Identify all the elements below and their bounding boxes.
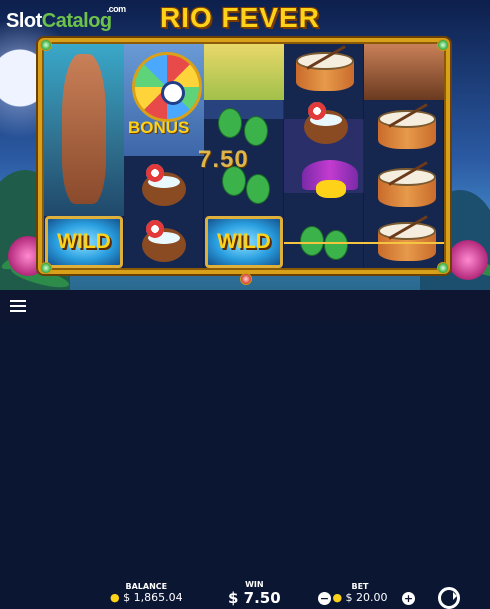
menu-button[interactable] [10, 297, 30, 317]
maracas-symbol [300, 226, 324, 256]
maracas-symbol [218, 108, 242, 138]
bet-value: $ 20.00 [345, 591, 388, 604]
maracas-symbol [246, 174, 270, 204]
frame-gem [437, 262, 449, 274]
payline [284, 242, 444, 244]
bet-display: BET ● $ 20.00 [330, 582, 390, 604]
drum-symbol [296, 45, 354, 96]
control-bar: BALANCE ● $ 1,865.04 WIN $ 7.50 − BET ● … [0, 290, 490, 609]
game-title: RIO FEVER [160, 2, 320, 33]
symbol-strip [204, 44, 284, 100]
coconut-drink-symbol [304, 102, 348, 144]
coin-icon: ● [110, 591, 120, 604]
drum-symbol [378, 215, 436, 266]
drum-symbol [378, 103, 436, 154]
maracas-symbol [324, 230, 348, 260]
frame-gem [40, 39, 52, 51]
coconut-drink-symbol [142, 220, 186, 262]
wheel-icon [132, 52, 202, 122]
frame-gem [437, 39, 449, 51]
win-display: WIN $ 7.50 [228, 580, 281, 607]
flower [448, 240, 488, 280]
bonus-wheel-symbol: BONUS [124, 44, 204, 156]
slotcatalog-watermark: SlotCatalog .com [6, 4, 126, 32]
win-value: $ 7.50 [228, 589, 281, 607]
coconut-drink-symbol [142, 164, 186, 206]
bonus-label: BONUS [128, 118, 190, 137]
balance-label: BALANCE [125, 582, 168, 591]
feather-mask-symbol [302, 160, 358, 206]
dancer-symbol [44, 44, 124, 216]
game-stage: SlotCatalog .com RIO FEVER BONUS 7.50 WI… [0, 0, 490, 290]
win-amount-overlay: 7.50 [198, 146, 249, 173]
balance-display: BALANCE ● $ 1,865.04 [110, 582, 183, 604]
coin-icon: ● [332, 591, 343, 604]
frame-gem [240, 273, 252, 285]
balance-value: $ 1,865.04 [123, 591, 183, 604]
win-label: WIN [245, 580, 264, 589]
frame-gem [40, 262, 52, 274]
bet-increase-button[interactable]: + [402, 592, 415, 605]
drum-symbol [378, 161, 436, 212]
wild-symbol: WILD [45, 216, 123, 268]
spin-button[interactable] [438, 587, 460, 609]
bet-label: BET [351, 582, 369, 591]
dancer-symbol [364, 44, 444, 100]
maracas-symbol [244, 116, 268, 146]
wild-symbol: WILD [205, 216, 283, 268]
